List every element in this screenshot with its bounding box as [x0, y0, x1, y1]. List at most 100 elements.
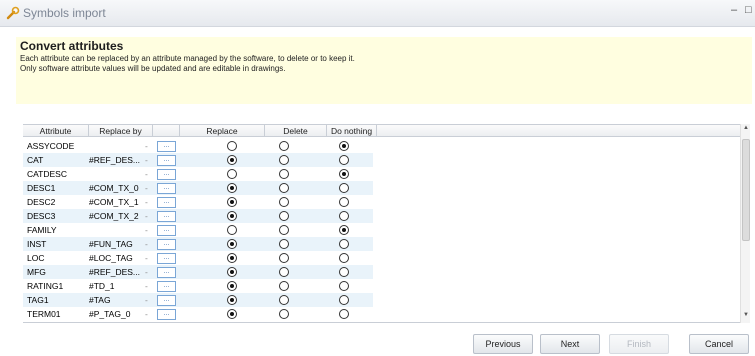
minimize-button[interactable]: –: [731, 4, 737, 16]
do-nothing-radio[interactable]: [339, 155, 349, 165]
browse-button[interactable]: ...: [157, 309, 176, 320]
browse-button[interactable]: ...: [157, 155, 176, 166]
replace-by-value[interactable]: #FUN_TAG: [89, 237, 149, 251]
replace-by-dropdown-icon[interactable]: -: [145, 167, 153, 181]
replace-by-value[interactable]: #COM_TX_2: [89, 209, 149, 223]
replace-by-value[interactable]: #LOC_TAG: [89, 251, 149, 265]
replace-by-dropdown-icon[interactable]: -: [145, 209, 153, 223]
do-nothing-radio[interactable]: [339, 183, 349, 193]
replace-radio[interactable]: [227, 253, 237, 263]
finish-button[interactable]: Finish: [609, 334, 669, 354]
replace-radio[interactable]: [227, 309, 237, 319]
scrollbar-thumb[interactable]: [742, 139, 750, 241]
delete-radio[interactable]: [279, 211, 289, 221]
table-row[interactable]: RATING1 #TD_1-...: [23, 279, 373, 293]
replace-by-value[interactable]: #P_TAG_0: [89, 307, 149, 321]
previous-button[interactable]: Previous: [473, 334, 533, 354]
delete-radio[interactable]: [279, 169, 289, 179]
browse-button[interactable]: ...: [157, 169, 176, 180]
replace-by-dropdown-icon[interactable]: -: [145, 237, 153, 251]
replace-by-dropdown-icon[interactable]: -: [145, 265, 153, 279]
table-row[interactable]: TERM01 #P_TAG_0-...: [23, 307, 373, 321]
replace-by-dropdown-icon[interactable]: -: [145, 153, 153, 167]
delete-radio[interactable]: [279, 155, 289, 165]
replace-by-dropdown-icon[interactable]: -: [145, 139, 153, 153]
table-row[interactable]: DESC3 #COM_TX_2-...: [23, 209, 373, 223]
delete-radio[interactable]: [279, 239, 289, 249]
browse-button[interactable]: ...: [157, 239, 176, 250]
column-header-replace-by[interactable]: Replace by: [89, 125, 153, 137]
table-row[interactable]: CAT #REF_DES... -...: [23, 153, 373, 167]
do-nothing-radio[interactable]: [339, 169, 349, 179]
table-row[interactable]: ASSYCODE -...: [23, 139, 373, 153]
replace-radio[interactable]: [227, 267, 237, 277]
delete-radio[interactable]: [279, 141, 289, 151]
replace-radio[interactable]: [227, 197, 237, 207]
do-nothing-radio[interactable]: [339, 211, 349, 221]
replace-radio[interactable]: [227, 141, 237, 151]
delete-radio[interactable]: [279, 295, 289, 305]
replace-by-dropdown-icon[interactable]: -: [145, 251, 153, 265]
do-nothing-radio[interactable]: [339, 281, 349, 291]
table-row[interactable]: MFG #REF_DES... -...: [23, 265, 373, 279]
table-row[interactable]: FAMILY -...: [23, 223, 373, 237]
browse-button[interactable]: ...: [157, 281, 176, 292]
replace-by-value[interactable]: #COM_TX_0: [89, 181, 149, 195]
next-button[interactable]: Next: [540, 334, 600, 354]
browse-button[interactable]: ...: [157, 211, 176, 222]
scroll-down-arrow-icon[interactable]: ▼: [742, 312, 750, 318]
browse-button[interactable]: ...: [157, 225, 176, 236]
replace-by-dropdown-icon[interactable]: -: [145, 279, 153, 293]
table-row[interactable]: DESC1 #COM_TX_0-...: [23, 181, 373, 195]
replace-radio[interactable]: [227, 295, 237, 305]
do-nothing-radio[interactable]: [339, 141, 349, 151]
delete-radio[interactable]: [279, 267, 289, 277]
browse-button[interactable]: ...: [157, 295, 176, 306]
table-row[interactable]: TAG1 #TAG -...: [23, 293, 373, 307]
replace-by-value[interactable]: #COM_TX_1: [89, 195, 149, 209]
replace-radio[interactable]: [227, 281, 237, 291]
do-nothing-radio[interactable]: [339, 253, 349, 263]
replace-by-dropdown-icon[interactable]: -: [145, 307, 153, 321]
replace-radio[interactable]: [227, 183, 237, 193]
delete-radio[interactable]: [279, 225, 289, 235]
do-nothing-radio[interactable]: [339, 197, 349, 207]
do-nothing-radio[interactable]: [339, 309, 349, 319]
replace-by-value[interactable]: #REF_DES...: [89, 153, 149, 167]
browse-button[interactable]: ...: [157, 141, 176, 152]
replace-by-value[interactable]: [89, 167, 149, 181]
do-nothing-radio[interactable]: [339, 225, 349, 235]
delete-radio[interactable]: [279, 309, 289, 319]
replace-by-dropdown-icon[interactable]: -: [145, 181, 153, 195]
do-nothing-radio[interactable]: [339, 295, 349, 305]
scroll-up-arrow-icon[interactable]: ▲: [742, 125, 750, 131]
replace-radio[interactable]: [227, 155, 237, 165]
browse-button[interactable]: ...: [157, 267, 176, 278]
replace-by-dropdown-icon[interactable]: -: [145, 195, 153, 209]
do-nothing-radio[interactable]: [339, 267, 349, 277]
replace-by-value[interactable]: #TAG: [89, 293, 149, 307]
table-row[interactable]: INST #FUN_TAG -...: [23, 237, 373, 251]
replace-by-value[interactable]: [89, 139, 149, 153]
column-header-do-nothing[interactable]: Do nothing: [327, 125, 377, 137]
replace-radio[interactable]: [227, 169, 237, 179]
do-nothing-radio[interactable]: [339, 239, 349, 249]
replace-radio[interactable]: [227, 239, 237, 249]
delete-radio[interactable]: [279, 197, 289, 207]
browse-button[interactable]: ...: [157, 197, 176, 208]
browse-button[interactable]: ...: [157, 253, 176, 264]
replace-by-value[interactable]: #REF_DES...: [89, 265, 149, 279]
cancel-button[interactable]: Cancel: [689, 334, 749, 354]
table-row[interactable]: LOC #LOC_TAG -...: [23, 251, 373, 265]
column-header-delete[interactable]: Delete: [265, 125, 327, 137]
column-header-replace[interactable]: Replace: [180, 125, 265, 137]
replace-by-value[interactable]: #TD_1: [89, 279, 149, 293]
delete-radio[interactable]: [279, 253, 289, 263]
replace-radio[interactable]: [227, 225, 237, 235]
replace-by-dropdown-icon[interactable]: -: [145, 293, 153, 307]
replace-by-value[interactable]: [89, 223, 149, 237]
table-row[interactable]: CATDESC -...: [23, 167, 373, 181]
delete-radio[interactable]: [279, 183, 289, 193]
replace-radio[interactable]: [227, 211, 237, 221]
replace-by-dropdown-icon[interactable]: -: [145, 223, 153, 237]
